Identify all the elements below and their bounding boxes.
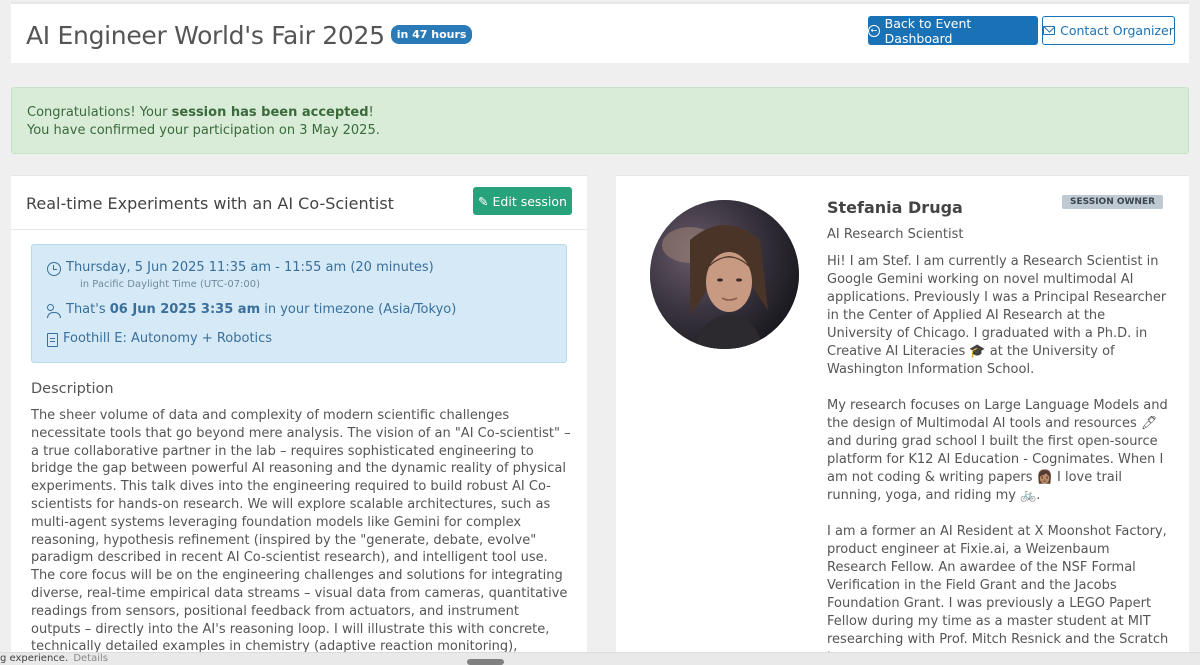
alert-bold: session has been accepted xyxy=(171,105,369,120)
alert-prefix: Congratulations! Your xyxy=(27,105,172,120)
alert-line-2: You have confirmed your participation on… xyxy=(27,123,380,138)
edit-button-label: Edit session xyxy=(492,193,567,209)
room-name: Foothill E: Autonomy + Robotics xyxy=(63,331,273,346)
session-panel-header: Real-time Experiments with an AI Co-Scie… xyxy=(11,176,587,230)
local-suffix: in your timezone (Asia/Tokyo) xyxy=(260,302,457,317)
speaker-panel: SESSION OWNER Stefania Druga AI Research… xyxy=(616,175,1189,665)
bio-paragraph-1: Hi! I am Stef. I am currently a Research… xyxy=(827,254,1167,377)
session-datetime-row: Thursday, 5 Jun 2025 11:35 am - 11:55 am… xyxy=(47,260,434,276)
countdown-badge: in 47 hours xyxy=(390,24,473,44)
session-title: Real-time Experiments with an AI Co-Scie… xyxy=(26,194,394,213)
horizontal-scrollbar[interactable] xyxy=(467,659,504,665)
page-title: AI Engineer World's Fair 2025 in 47 hours xyxy=(26,21,473,50)
details-link[interactable]: Details xyxy=(73,653,108,664)
building-icon xyxy=(47,333,58,347)
room-row: Foothill E: Autonomy + Robotics xyxy=(47,331,272,347)
local-time-row: That's 06 Jun 2025 3:35 am in your timez… xyxy=(47,302,456,318)
banner-text: g experience. xyxy=(0,653,69,664)
back-to-dashboard-button[interactable]: ← Back to Event Dashboard xyxy=(868,15,1038,46)
session-info-box: Thursday, 5 Jun 2025 11:35 am - 11:55 am… xyxy=(31,244,567,363)
speaker-bio: Hi! I am Stef. I am currently a Research… xyxy=(827,253,1172,665)
cookie-banner: g experience. Details xyxy=(0,652,1200,665)
speaker-photo xyxy=(650,200,799,349)
alert-line-1: Congratulations! Your session has been a… xyxy=(27,104,1173,122)
speaker-name: Stefania Druga xyxy=(827,198,963,217)
local-time-bold: 06 Jun 2025 3:35 am xyxy=(109,302,261,317)
pencil-icon: ✎ xyxy=(478,193,489,209)
description-text: The sheer volume of data and complexity … xyxy=(31,408,571,665)
contact-button-label: Contact Organizer xyxy=(1060,23,1174,38)
edit-session-button[interactable]: ✎ Edit session xyxy=(473,187,572,215)
arrow-left-circle-icon: ← xyxy=(868,24,880,37)
bio-paragraph-2: My research focuses on Large Language Mo… xyxy=(827,398,1168,503)
envelope-icon xyxy=(1043,26,1056,35)
timezone-note: in Pacific Daylight Time (UTC-07:00) xyxy=(80,279,261,290)
session-owner-badge: SESSION OWNER xyxy=(1062,195,1164,209)
avatar xyxy=(650,200,799,349)
acceptance-alert: Congratulations! Your session has been a… xyxy=(11,87,1189,154)
local-prefix: That's xyxy=(66,302,110,317)
clock-icon xyxy=(47,262,61,276)
event-title: AI Engineer World's Fair 2025 xyxy=(26,21,385,50)
local-time-text: That's 06 Jun 2025 3:35 am in your timez… xyxy=(66,302,456,317)
back-button-label: Back to Event Dashboard xyxy=(884,15,972,46)
speaker-role: AI Research Scientist xyxy=(827,227,964,242)
alert-suffix: ! xyxy=(368,105,374,120)
event-header: AI Engineer World's Fair 2025 in 47 hours… xyxy=(11,2,1189,63)
bio-paragraph-3: I am a former an AI Resident at X Moonsh… xyxy=(827,524,1169,665)
contact-organizer-button[interactable]: Contact Organizer xyxy=(1042,16,1175,45)
description-heading: Description xyxy=(31,381,114,397)
session-panel: Real-time Experiments with an AI Co-Scie… xyxy=(11,175,587,665)
users-icon xyxy=(47,304,61,318)
session-datetime: Thursday, 5 Jun 2025 11:35 am - 11:55 am… xyxy=(66,260,434,275)
